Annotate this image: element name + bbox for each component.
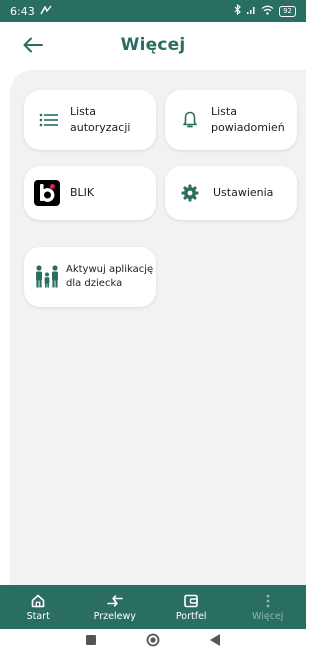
triangle-back-icon — [210, 634, 220, 646]
child-app-label: Aktywuj aplikację dla dziecka — [66, 263, 153, 291]
nav-label-start: Start — [26, 610, 50, 622]
circle-icon — [146, 633, 160, 647]
battery-level: 92 — [283, 6, 292, 15]
home-icon — [31, 593, 45, 609]
transfer-icon — [107, 593, 123, 609]
status-time: 6:43 — [10, 4, 35, 18]
more-vertical-icon — [266, 593, 270, 609]
nav-label-transfers: Przelewy — [93, 610, 136, 622]
bell-icon — [179, 111, 201, 129]
list-icon — [38, 113, 60, 127]
nav-item-wallet[interactable]: Portfel — [153, 585, 230, 629]
nav-item-transfers[interactable]: Przelewy — [77, 585, 154, 629]
home-system-button[interactable] — [146, 633, 160, 647]
wifi-icon — [261, 5, 274, 18]
child-app-label-line1: Aktywuj aplikację — [66, 264, 154, 275]
settings-label: Ustawienia — [213, 186, 274, 199]
notifications-label: Lista powiadomień — [211, 104, 285, 136]
content-area: Lista autoryzacji Lista powiadomień BLIK… — [10, 70, 306, 585]
gear-icon — [179, 184, 201, 202]
child-app-tile[interactable]: Aktywuj aplikację dla dziecka — [24, 247, 156, 307]
authorizations-list-tile[interactable]: Lista autoryzacji — [24, 90, 156, 150]
nav-item-more[interactable]: Więcej — [230, 585, 307, 629]
arrow-left-icon — [23, 37, 43, 53]
notifications-label-line1: Lista — [211, 105, 237, 118]
square-icon — [86, 635, 96, 645]
nav-label-wallet: Portfel — [175, 610, 207, 622]
blik-logo-icon — [34, 180, 60, 206]
child-app-label-line2: dla dziecka — [66, 278, 123, 289]
notifications-label-line2: powiadomień — [211, 121, 285, 134]
blik-tile[interactable]: BLIK — [24, 166, 156, 220]
blik-label: BLIK — [70, 186, 95, 199]
family-icon — [34, 265, 60, 289]
authorizations-label: Lista autoryzacji — [70, 104, 130, 136]
settings-tile[interactable]: Ustawienia — [165, 166, 297, 220]
recent-apps-button[interactable] — [86, 635, 96, 645]
wallet-icon — [184, 593, 199, 609]
status-bar: 6:43 92 — [0, 0, 306, 22]
notifications-list-tile[interactable]: Lista powiadomień — [165, 90, 297, 150]
authorizations-label-line2: autoryzacji — [70, 121, 131, 134]
system-navigation-bar — [0, 629, 306, 651]
authorizations-label-line1: Lista — [70, 105, 96, 118]
bluetooth-icon — [234, 3, 241, 18]
header: Więcej — [0, 22, 306, 68]
notification-status-icon — [40, 5, 52, 18]
signal-icon — [246, 5, 256, 18]
battery-icon: 92 — [279, 5, 296, 17]
bottom-navigation: Start Przelewy Portfel Więcej — [0, 585, 306, 629]
back-button[interactable] — [20, 32, 46, 58]
back-system-button[interactable] — [210, 634, 220, 646]
nav-item-start[interactable]: Start — [0, 585, 77, 629]
nav-label-more: Więcej — [252, 610, 284, 622]
